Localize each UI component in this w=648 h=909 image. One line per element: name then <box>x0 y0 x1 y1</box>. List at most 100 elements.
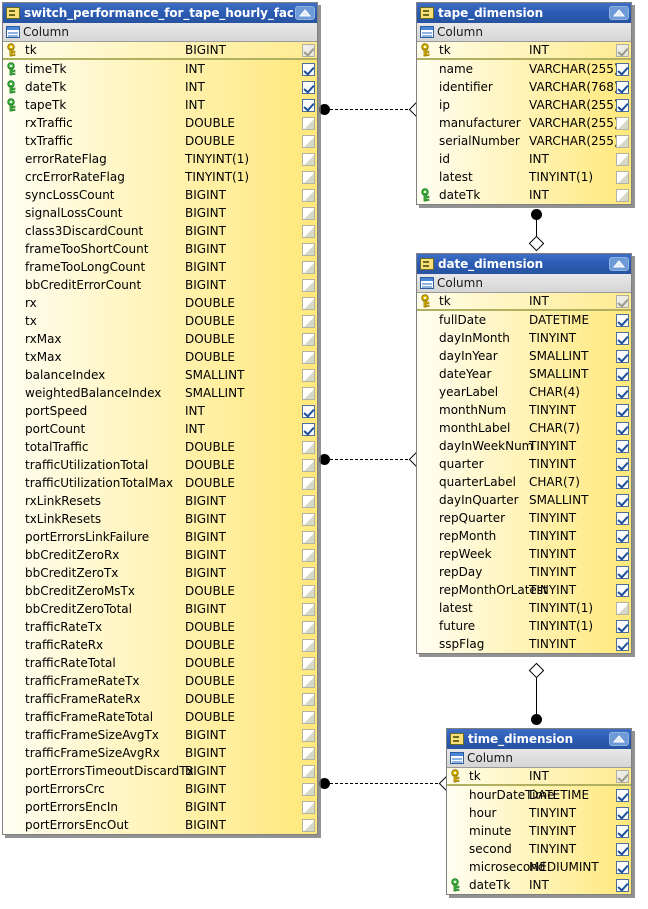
table-row[interactable]: hour TINYINT <box>447 804 631 822</box>
table-row[interactable]: fullDate DATETIME <box>417 311 631 329</box>
column-visible-checkbox[interactable] <box>302 602 315 616</box>
table-row[interactable]: hourDateTime DATETIME <box>447 786 631 804</box>
table-row[interactable]: dateTk INT <box>3 78 317 96</box>
column-visible-checkbox[interactable] <box>302 458 315 472</box>
column-visible-checkbox[interactable] <box>302 134 315 148</box>
column-visible-checkbox[interactable] <box>616 511 629 525</box>
column-visible-checkbox[interactable] <box>302 224 315 238</box>
table-row[interactable]: yearLabel CHAR(4) <box>417 383 631 401</box>
table-row[interactable]: portCount INT <box>3 420 317 438</box>
table-row[interactable]: frameTooLongCount BIGINT <box>3 258 317 276</box>
column-visible-checkbox[interactable] <box>616 619 629 633</box>
column-visible-checkbox[interactable] <box>616 294 629 308</box>
column-visible-checkbox[interactable] <box>616 439 629 453</box>
table-row[interactable]: txLinkResets BIGINT <box>3 510 317 528</box>
table-row[interactable]: portErrorsEncIn BIGINT <box>3 798 317 816</box>
table-row[interactable]: manufacturer VARCHAR(255) <box>417 114 631 132</box>
table-row[interactable]: repQuarter TINYINT <box>417 509 631 527</box>
column-visible-checkbox[interactable] <box>302 656 315 670</box>
table-row[interactable]: trafficRateTotal DOUBLE <box>3 654 317 672</box>
column-visible-checkbox[interactable] <box>302 692 315 706</box>
table-row[interactable]: trafficRateRx DOUBLE <box>3 636 317 654</box>
table-row[interactable]: signalLossCount BIGINT <box>3 204 317 222</box>
column-visible-checkbox[interactable] <box>616 565 629 579</box>
column-visible-checkbox[interactable] <box>302 512 315 526</box>
table-row[interactable]: tapeTk INT <box>3 96 317 114</box>
column-group-header[interactable]: Column <box>3 23 317 42</box>
column-visible-checkbox[interactable] <box>616 385 629 399</box>
column-visible-checkbox[interactable] <box>616 116 629 130</box>
table-row[interactable]: trafficFrameRateTotal DOUBLE <box>3 708 317 726</box>
column-visible-checkbox[interactable] <box>302 43 315 57</box>
column-visible-checkbox[interactable] <box>302 242 315 256</box>
table-row[interactable]: trafficFrameRateRx DOUBLE <box>3 690 317 708</box>
column-visible-checkbox[interactable] <box>616 331 629 345</box>
table-row[interactable]: tk INT <box>447 768 631 786</box>
column-visible-checkbox[interactable] <box>302 350 315 364</box>
table-row[interactable]: syncLossCount BIGINT <box>3 186 317 204</box>
table-row[interactable]: tk INT <box>417 293 631 311</box>
table-row[interactable]: identifier VARCHAR(768) <box>417 78 631 96</box>
table-row[interactable]: trafficFrameSizeAvgTx BIGINT <box>3 726 317 744</box>
table-row[interactable]: rx DOUBLE <box>3 294 317 312</box>
column-visible-checkbox[interactable] <box>302 332 315 346</box>
table-row[interactable]: repWeek TINYINT <box>417 545 631 563</box>
table-row[interactable]: bbCreditZeroMsTx DOUBLE <box>3 582 317 600</box>
column-visible-checkbox[interactable] <box>302 386 315 400</box>
column-visible-checkbox[interactable] <box>616 824 629 838</box>
table-row[interactable]: totalTraffic DOUBLE <box>3 438 317 456</box>
triangle-up-icon[interactable] <box>609 732 629 746</box>
table-tape-dimension[interactable]: tape_dimension Column tk INT name VARCHAR(2… <box>416 2 632 205</box>
column-visible-checkbox[interactable] <box>302 548 315 562</box>
table-row[interactable]: minute TINYINT <box>447 822 631 840</box>
column-visible-checkbox[interactable] <box>616 403 629 417</box>
table-row[interactable]: dateYear SMALLINT <box>417 365 631 383</box>
table-title-bar[interactable]: date_dimension <box>417 254 631 274</box>
column-visible-checkbox[interactable] <box>302 800 315 814</box>
table-row[interactable]: tk INT <box>417 42 631 60</box>
column-visible-checkbox[interactable] <box>616 421 629 435</box>
column-visible-checkbox[interactable] <box>302 782 315 796</box>
column-visible-checkbox[interactable] <box>616 457 629 471</box>
table-row[interactable]: bbCreditZeroTx BIGINT <box>3 564 317 582</box>
table-row[interactable]: crcErrorRateFlag TINYINT(1) <box>3 168 317 186</box>
table-row[interactable]: dateTk INT <box>417 186 631 204</box>
table-row[interactable]: rxMax DOUBLE <box>3 330 317 348</box>
column-visible-checkbox[interactable] <box>302 620 315 634</box>
table-row[interactable]: ip VARCHAR(255) <box>417 96 631 114</box>
table-row[interactable]: bbCreditZeroRx BIGINT <box>3 546 317 564</box>
table-row[interactable]: quarter TINYINT <box>417 455 631 473</box>
column-visible-checkbox[interactable] <box>616 152 629 166</box>
column-visible-checkbox[interactable] <box>616 62 629 76</box>
column-visible-checkbox[interactable] <box>616 860 629 874</box>
column-visible-checkbox[interactable] <box>302 260 315 274</box>
column-visible-checkbox[interactable] <box>302 404 315 418</box>
table-row[interactable]: dayInMonth TINYINT <box>417 329 631 347</box>
column-visible-checkbox[interactable] <box>616 769 629 783</box>
column-visible-checkbox[interactable] <box>302 80 315 94</box>
table-row[interactable]: latest TINYINT(1) <box>417 168 631 186</box>
table-row[interactable]: balanceIndex SMALLINT <box>3 366 317 384</box>
column-visible-checkbox[interactable] <box>616 493 629 507</box>
column-visible-checkbox[interactable] <box>302 116 315 130</box>
column-visible-checkbox[interactable] <box>302 584 315 598</box>
table-row[interactable]: repMonthOrLatest TINYINT <box>417 581 631 599</box>
table-switch-performance-for-tape-hourly-fact[interactable]: switch_performance_for_tape_hourly_fact … <box>2 2 318 835</box>
table-title-bar[interactable]: time_dimension <box>447 729 631 749</box>
table-row[interactable]: dayInWeekNum TINYINT <box>417 437 631 455</box>
table-time-dimension[interactable]: time_dimension Column tk INT hourDateTime D… <box>446 728 632 895</box>
column-visible-checkbox[interactable] <box>302 674 315 688</box>
column-visible-checkbox[interactable] <box>616 170 629 184</box>
table-row[interactable]: microsecond MEDIUMINT <box>447 858 631 876</box>
table-row[interactable]: second TINYINT <box>447 840 631 858</box>
column-visible-checkbox[interactable] <box>616 788 629 802</box>
table-row[interactable]: repDay TINYINT <box>417 563 631 581</box>
table-row[interactable]: frameTooShortCount BIGINT <box>3 240 317 258</box>
column-visible-checkbox[interactable] <box>616 601 629 615</box>
column-visible-checkbox[interactable] <box>616 842 629 856</box>
table-row[interactable]: trafficUtilizationTotalMax DOUBLE <box>3 474 317 492</box>
column-visible-checkbox[interactable] <box>616 188 629 202</box>
table-row[interactable]: errorRateFlag TINYINT(1) <box>3 150 317 168</box>
column-visible-checkbox[interactable] <box>616 806 629 820</box>
column-group-header[interactable]: Column <box>417 23 631 42</box>
